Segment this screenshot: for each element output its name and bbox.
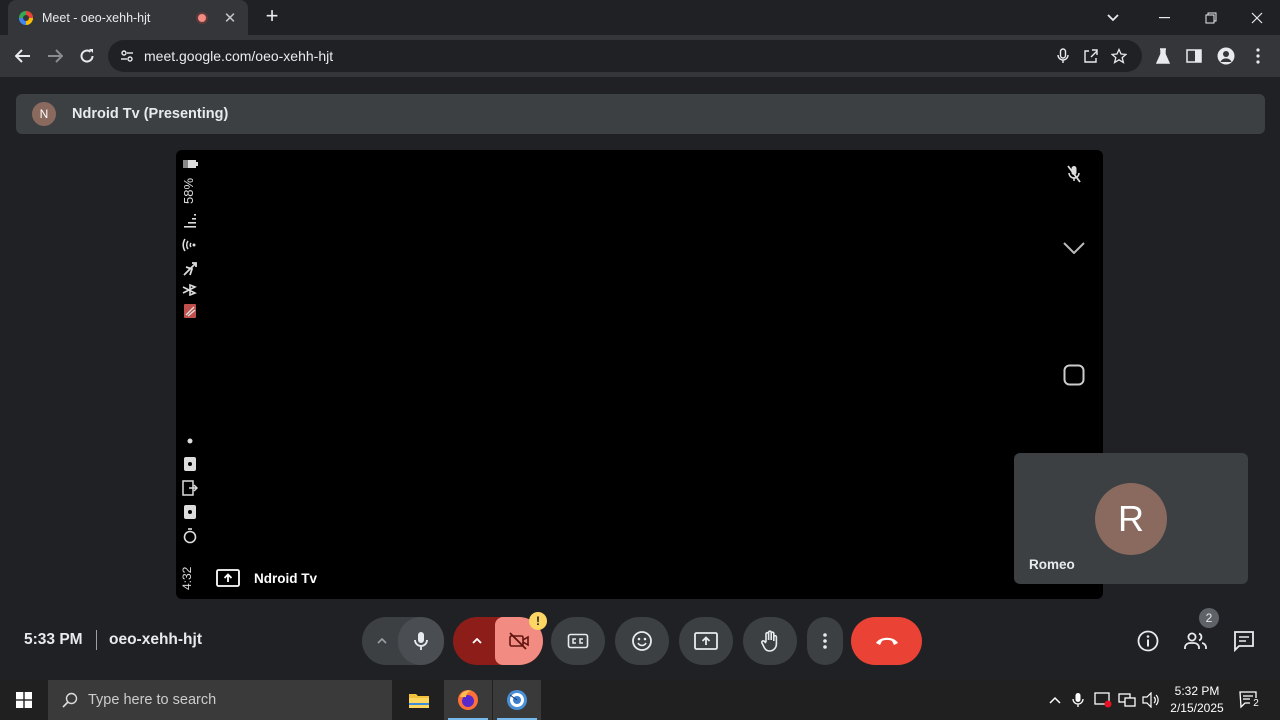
present-screen-icon [694, 632, 718, 650]
more-vert-icon [823, 633, 827, 649]
emoji-icon [632, 631, 652, 651]
firefox-app-icon[interactable] [444, 680, 492, 720]
new-tab-button[interactable]: + [260, 5, 284, 29]
chrome-app-icon[interactable] [493, 680, 541, 720]
chevron-down-icon[interactable] [1061, 235, 1087, 261]
windows-start-icon[interactable] [0, 680, 48, 720]
mic-options-chevron-up-icon[interactable] [370, 629, 394, 653]
browser-toolbar: meet.google.com/oeo-xehh-hjt [0, 35, 1280, 77]
show-hidden-icons-chevron-up-icon[interactable] [1045, 690, 1065, 710]
meeting-details-info-icon[interactable] [1134, 627, 1162, 655]
closed-captions-icon [567, 633, 589, 649]
dot-indicator-icon [180, 432, 200, 450]
taskbar-search-box[interactable]: Type here to search [48, 680, 392, 720]
camera-warning-badge: ! [529, 612, 547, 630]
camera-off-button[interactable]: ! [495, 612, 547, 665]
more-options-button[interactable] [807, 617, 843, 665]
windows-taskbar: Type here to search 5:32 PM 2/15/2025 2 [0, 680, 1280, 720]
present-now-button[interactable] [679, 617, 733, 665]
signal-bars-icon [180, 212, 200, 230]
taskbar-date: 2/15/2025 [1170, 701, 1224, 715]
bookmark-star-icon[interactable] [1108, 45, 1130, 67]
participant-tile[interactable]: R Romeo [1014, 453, 1248, 584]
taskbar-search-placeholder: Type here to search [88, 692, 217, 708]
file-explorer-app-icon[interactable] [395, 680, 443, 720]
divider [96, 630, 97, 650]
mic-muted-icon [1061, 161, 1087, 187]
emoji-reactions-button[interactable] [615, 617, 669, 665]
microphone-in-use-icon[interactable] [1052, 45, 1074, 67]
screen-battery-percent: 58% [181, 177, 196, 204]
camera-off-icon [509, 632, 529, 650]
address-bar[interactable]: meet.google.com/oeo-xehh-hjt [108, 40, 1142, 72]
end-call-icon [875, 637, 898, 645]
presenting-banner-title: Ndroid Tv (Presenting) [72, 106, 229, 122]
network-tray-icon[interactable] [1117, 690, 1137, 710]
participant-name: Romeo [1029, 557, 1075, 572]
labs-flask-icon[interactable] [1152, 45, 1174, 67]
url-text[interactable]: meet.google.com/oeo-xehh-hjt [144, 48, 1046, 64]
close-window-icon[interactable] [1234, 0, 1280, 35]
chat-icon[interactable] [1230, 627, 1258, 655]
recording-indicator-icon [196, 11, 208, 24]
taskbar-clock[interactable]: 5:32 PM 2/15/2025 [1164, 683, 1230, 717]
site-settings-icon[interactable] [120, 49, 134, 63]
app-notification-icon [180, 302, 200, 320]
browser-menu-kebab-icon[interactable] [1247, 45, 1269, 67]
screen-clock: 4:32 [180, 566, 194, 590]
google-meet-favicon-icon [19, 10, 33, 25]
tab-title: Meet - oeo-xehh-hjt [42, 10, 151, 25]
leave-call-button[interactable] [851, 617, 922, 665]
volume-tray-icon[interactable] [1141, 690, 1161, 710]
airplane-mode-icon [180, 260, 200, 278]
browser-tab-bar: Meet - oeo-xehh-hjt ✕ + [0, 0, 1280, 35]
presenter-tag: Ndroid Tv [216, 569, 317, 587]
microphone-tray-icon[interactable] [1068, 690, 1088, 710]
screen-app-icon-2 [180, 503, 200, 521]
browser-tab-meet[interactable]: Meet - oeo-xehh-hjt ✕ [8, 0, 248, 35]
raise-hand-button[interactable] [743, 617, 797, 665]
present-screen-icon [216, 569, 240, 587]
meet-stage: N Ndroid Tv (Presenting) 58% 4:32 Ndroid… [0, 77, 1280, 680]
presenting-banner: N Ndroid Tv (Presenting) [16, 94, 1265, 134]
meeting-code: oeo-xehh-hjt [109, 631, 202, 648]
share-icon[interactable] [1080, 45, 1102, 67]
hand-icon [761, 630, 778, 652]
cast-exit-icon [180, 479, 200, 497]
notification-center-icon[interactable]: 2 [1238, 690, 1262, 710]
microphone-button[interactable] [398, 617, 444, 665]
taskbar-time: 5:32 PM [1174, 684, 1220, 698]
mic-group [362, 617, 444, 665]
square-overview-icon[interactable] [1061, 362, 1087, 388]
forward-arrow-icon[interactable] [42, 43, 68, 69]
meet-control-bar: 5:33 PM oeo-xehh-hjt ! [0, 610, 1280, 670]
presenter-avatar: N [32, 102, 56, 126]
meeting-time: 5:33 PM [24, 631, 83, 648]
notification-count-badge: 2 [1250, 698, 1262, 710]
profile-avatar-icon[interactable] [1215, 45, 1237, 67]
camera-group: ! [453, 612, 547, 665]
captions-button[interactable] [551, 617, 605, 665]
timer-icon [180, 527, 200, 545]
participant-count-badge: 2 [1199, 608, 1219, 628]
side-panel-icon[interactable] [1183, 45, 1205, 67]
minimize-window-icon[interactable] [1141, 0, 1187, 35]
tab-search-icon[interactable] [1090, 0, 1136, 35]
people-icon[interactable] [1182, 627, 1210, 655]
wifi-icon [180, 236, 200, 254]
presenter-name: Ndroid Tv [254, 570, 317, 586]
microphone-icon [414, 632, 428, 650]
security-alert-tray-icon[interactable] [1093, 690, 1113, 710]
back-arrow-icon[interactable] [10, 43, 36, 69]
screen-app-icon-1 [180, 455, 200, 473]
bluetooth-icon [180, 281, 200, 299]
participant-avatar: R [1095, 483, 1167, 555]
camera-options-chevron-up-icon[interactable] [465, 629, 489, 653]
tab-close-icon[interactable]: ✕ [222, 9, 238, 27]
reload-icon[interactable] [74, 43, 100, 69]
search-icon [62, 692, 78, 708]
shared-screen[interactable]: 58% 4:32 Ndroid Tv [176, 150, 1103, 599]
restore-window-icon[interactable] [1188, 0, 1234, 35]
